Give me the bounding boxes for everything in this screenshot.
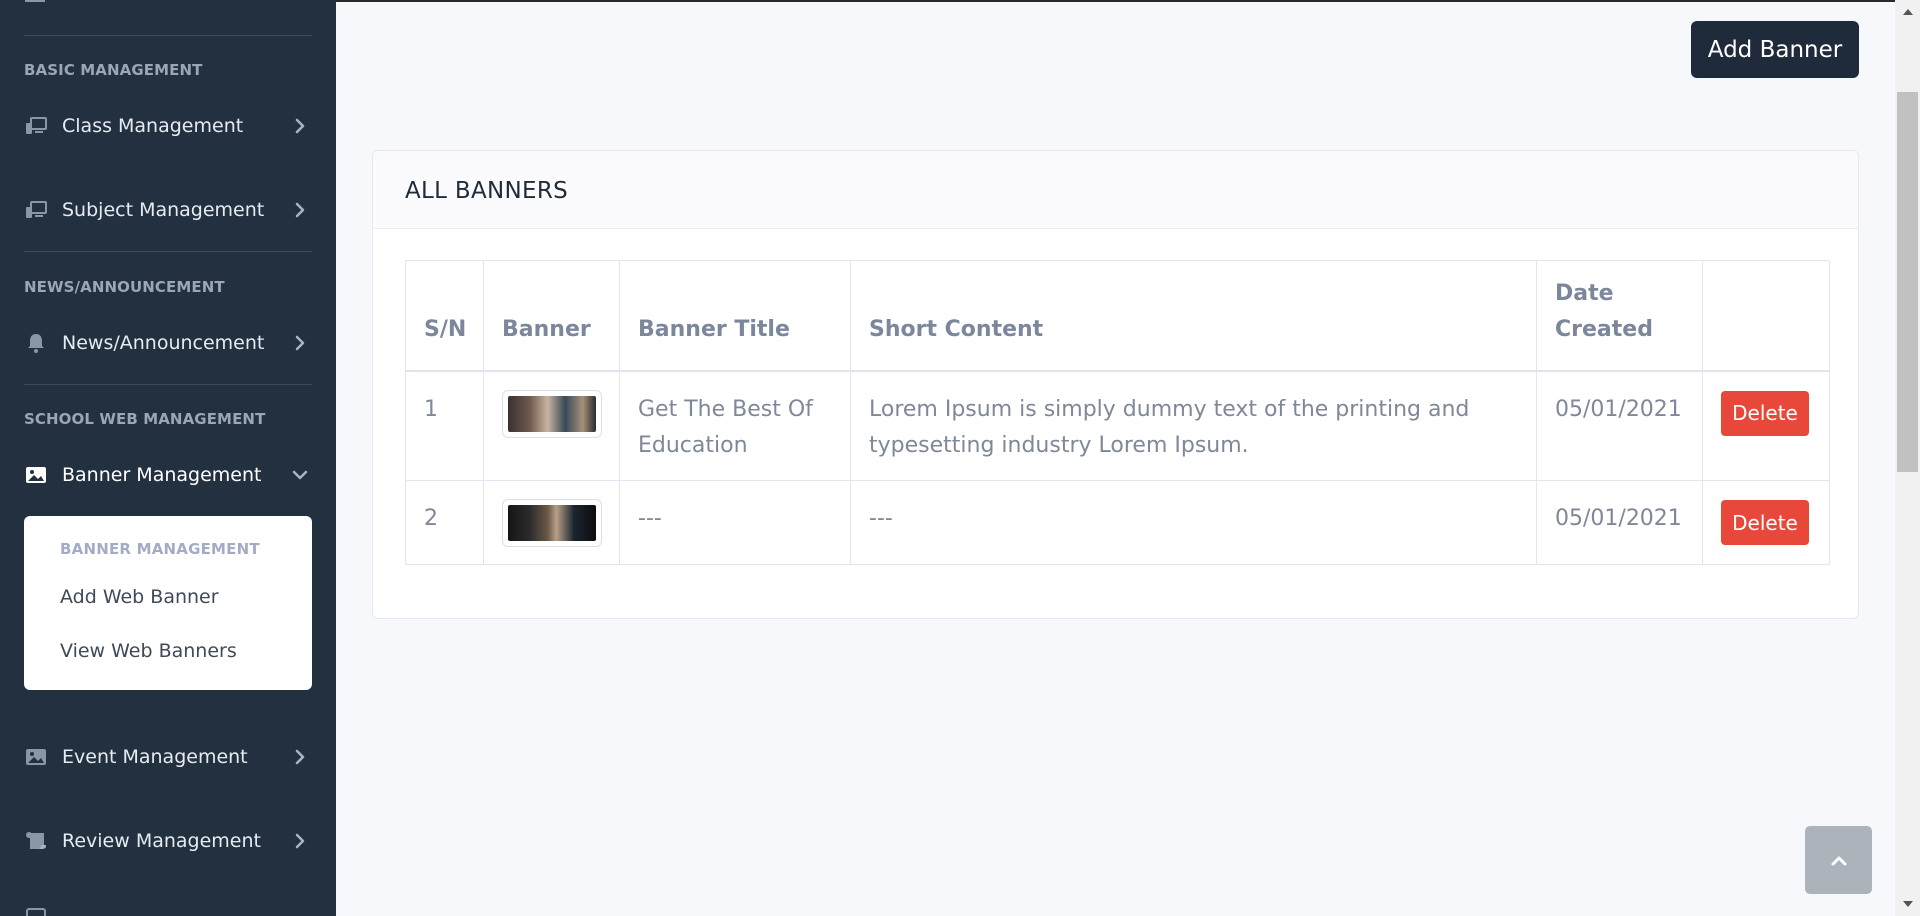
sidebar-item-subject-management[interactable]: Subject Management (0, 188, 336, 232)
menu-stub-icon (25, 0, 45, 2)
bell-icon (24, 332, 48, 354)
scroll-up-arrow-icon[interactable] (1895, 4, 1920, 20)
column-header-banner-title: Banner Title (619, 260, 851, 372)
sidebar-item-banner-management[interactable]: Banner Management (0, 453, 336, 497)
banner-thumbnail[interactable] (502, 389, 602, 438)
cell-banner (483, 480, 620, 565)
scroll-icon (24, 830, 48, 852)
cell-date: 05/01/2021 (1536, 480, 1703, 565)
cell-content: Lorem Ipsum is simply dummy text of the … (850, 370, 1537, 481)
cell-date: 05/01/2021 (1536, 370, 1703, 481)
add-banner-button[interactable]: Add Banner (1691, 21, 1859, 78)
delete-button[interactable]: Delete (1721, 390, 1809, 436)
sidebar-item-label: Subject Management (62, 199, 265, 221)
sidebar-divider (24, 35, 312, 36)
cell-action: Delete (1702, 480, 1830, 565)
cell-content: --- (850, 480, 1537, 565)
chevron-right-icon (290, 200, 310, 220)
back-to-top-button[interactable] (1805, 826, 1872, 894)
column-header-sn: S/N (405, 260, 484, 372)
sidebar-item-label: News/Announcement (62, 332, 265, 354)
image-icon (24, 746, 48, 768)
image-icon (24, 464, 48, 486)
table-row: 1 Get The Best Of Education Lorem Ipsum … (405, 370, 1830, 481)
chevron-right-icon (290, 831, 310, 851)
table-row: 2 --- --- 05/01/2021 Delete (405, 480, 1830, 565)
sidebar-item-label: Class Management (62, 115, 244, 137)
sidebar-divider (24, 251, 312, 252)
banners-table: S/N Banner Banner Title Short Content Da… (405, 260, 1830, 565)
submenu-link-view-web-banners[interactable]: View Web Banners (60, 640, 237, 662)
sidebar-item-review-management[interactable]: Review Management (0, 819, 336, 863)
section-label-basic: BASIC MANAGEMENT (24, 61, 203, 79)
cell-sn: 2 (405, 480, 484, 565)
card-title: ALL BANNERS (405, 178, 569, 204)
table-header-row: S/N Banner Banner Title Short Content Da… (405, 260, 1830, 372)
cell-banner (483, 370, 620, 481)
sidebar-item-label: Banner Management (62, 464, 262, 486)
chevron-right-icon (290, 116, 310, 136)
cell-title: --- (619, 480, 851, 565)
all-banners-card: ALL BANNERS S/N Banner Banner Title Shor… (372, 150, 1859, 619)
cell-sn: 1 (405, 370, 484, 481)
column-header-actions (1702, 260, 1830, 372)
scroll-down-arrow-icon[interactable] (1895, 896, 1920, 912)
delete-button[interactable]: Delete (1721, 500, 1809, 545)
sidebar: BASIC MANAGEMENT Class Management Subjec… (0, 0, 336, 916)
column-header-banner: Banner (483, 260, 620, 372)
arrow-up-icon (1830, 851, 1848, 870)
sidebar-item-news-announcement[interactable]: News/Announcement (0, 321, 336, 365)
sidebar-divider (24, 384, 312, 385)
sidebar-item-event-management[interactable]: Event Management (0, 735, 336, 779)
sidebar-item-class-management[interactable]: Class Management (0, 104, 336, 148)
page-scrollbar[interactable] (1895, 0, 1920, 916)
chevron-right-icon (290, 747, 310, 767)
column-header-short-content: Short Content (850, 260, 1537, 372)
sidebar-item-label: Event Management (62, 746, 248, 768)
partial-nav-icon (26, 908, 46, 916)
card-header: ALL BANNERS (373, 151, 1858, 229)
banner-image (508, 505, 596, 541)
section-label-school-web: SCHOOL WEB MANAGEMENT (24, 410, 266, 428)
banner-image (508, 395, 596, 432)
scrollbar-thumb[interactable] (1897, 92, 1918, 472)
submenu-heading: BANNER MANAGEMENT (60, 540, 260, 558)
desktop-icon (24, 115, 48, 137)
chevron-down-icon (290, 465, 310, 485)
top-border (336, 0, 1920, 2)
cell-title: Get The Best Of Education (619, 370, 851, 481)
submenu-link-add-web-banner[interactable]: Add Web Banner (60, 586, 219, 608)
banner-thumbnail[interactable] (502, 499, 602, 547)
banner-submenu: BANNER MANAGEMENT Add Web Banner View We… (24, 516, 312, 690)
sidebar-item-label: Review Management (62, 830, 261, 852)
cell-action: Delete (1702, 370, 1830, 481)
desktop-icon (24, 199, 48, 221)
chevron-right-icon (290, 333, 310, 353)
section-label-news: NEWS/ANNOUNCEMENT (24, 278, 225, 296)
column-header-date-created: Date Created (1536, 260, 1703, 372)
